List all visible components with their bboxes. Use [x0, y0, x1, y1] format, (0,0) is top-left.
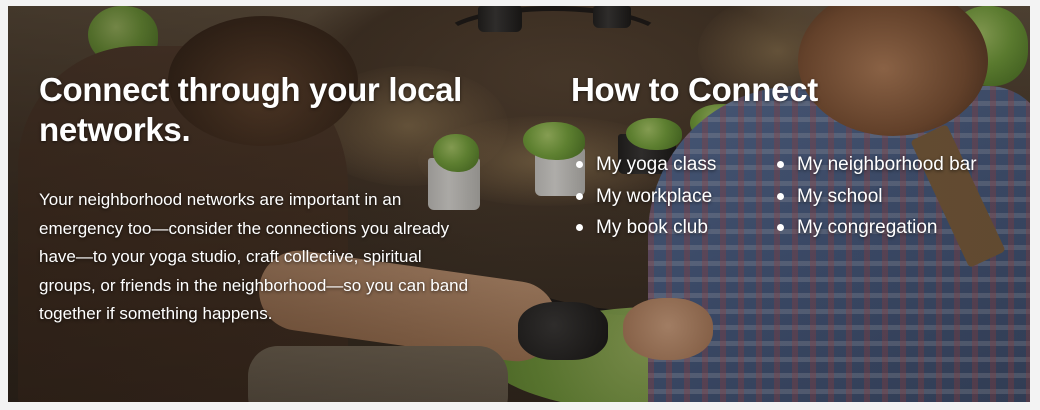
- bullet-icon: [777, 161, 784, 168]
- local-networks-section: Connect through your local networks. You…: [39, 70, 489, 329]
- connect-list-right: My neighborhood bar My school My congreg…: [772, 149, 977, 244]
- how-to-connect-section: How to Connect My yoga class My workplac…: [571, 70, 1021, 238]
- connect-list-left: My yoga class My workplace My book club: [571, 149, 716, 244]
- list-item: My neighborhood bar: [777, 149, 977, 181]
- bullet-icon: [777, 192, 784, 200]
- list-item: My congregation: [777, 212, 977, 244]
- list-item-text: My congregation: [797, 217, 938, 238]
- list-item-text: My workplace: [596, 185, 713, 207]
- list-item-text: My school: [797, 185, 883, 207]
- hero-content: Connect through your local networks. You…: [8, 6, 1030, 402]
- bullet-icon: [777, 224, 784, 231]
- list-item-text: My yoga class: [596, 154, 717, 175]
- bullet-icon: [576, 224, 583, 231]
- section-heading: How to Connect: [571, 71, 818, 108]
- bullet-icon: [576, 192, 583, 200]
- hero-banner: Connect through your local networks. You…: [8, 6, 1030, 402]
- list-item-text: My neighborhood bar: [797, 154, 977, 175]
- bullet-icon: [576, 161, 583, 168]
- list-item: My workplace: [576, 181, 716, 213]
- list-item: My book club: [576, 212, 716, 244]
- section-heading: Connect through your local networks.: [39, 71, 463, 148]
- section-body-text: Your neighborhood networks are important…: [39, 190, 469, 323]
- list-item: My yoga class: [576, 149, 717, 181]
- list-item: My school: [777, 181, 977, 213]
- list-item-text: My book club: [596, 217, 708, 238]
